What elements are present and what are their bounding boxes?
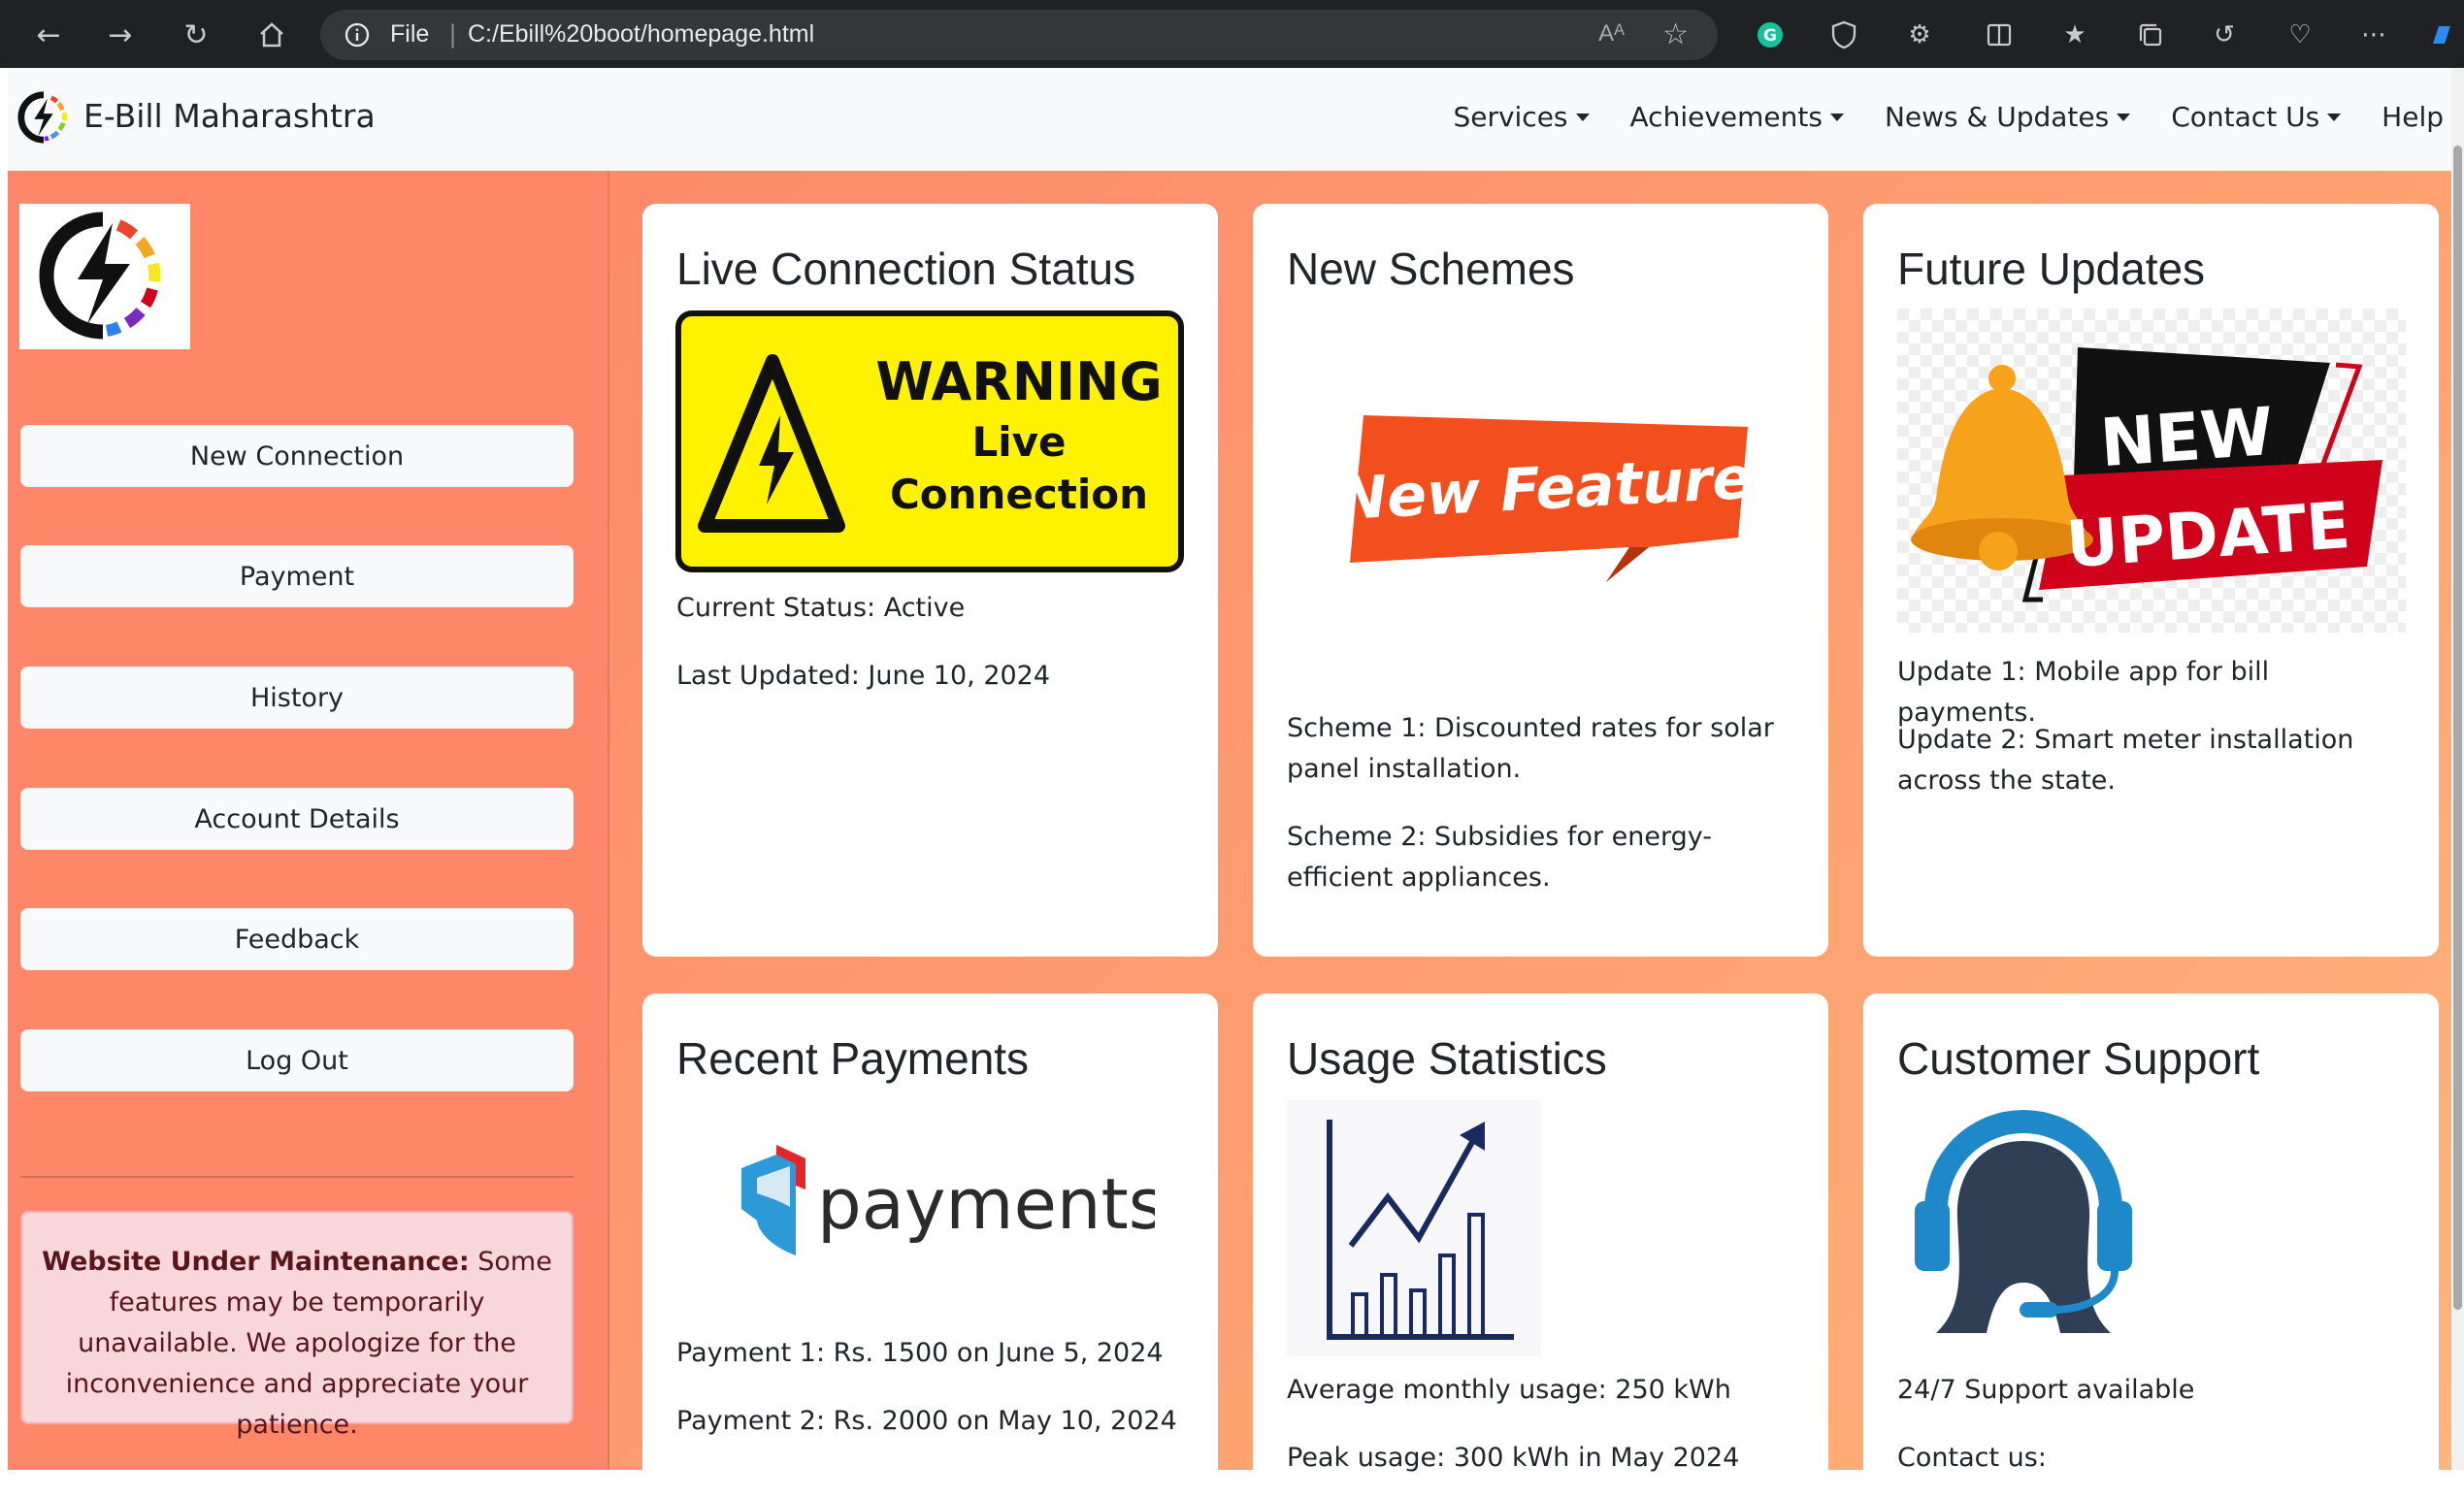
payment-2-text: Payment 2: Rs. 2000 on May 10, 2024 — [676, 1406, 1177, 1436]
file-label: File — [390, 20, 430, 48]
feedback-button[interactable]: Feedback — [20, 908, 574, 970]
maintenance-alert: Website Under Maintenance: Some features… — [20, 1211, 574, 1440]
collections-icon[interactable] — [2131, 16, 2170, 54]
split-screen-icon[interactable] — [1980, 16, 2019, 54]
sidebar-divider — [20, 1176, 574, 1178]
sidebar-logo — [19, 204, 190, 349]
favorites-icon[interactable]: ★ — [2055, 16, 2094, 54]
forward-icon[interactable]: → — [101, 16, 140, 54]
extensions-icon[interactable]: ⚙ — [1900, 16, 1939, 54]
nav-contact-us[interactable]: Contact Us — [2171, 101, 2342, 133]
svg-text:G: G — [1763, 26, 1777, 46]
address-bar[interactable]: File | C:/Ebill%20boot/homepage.html Aᴬ … — [320, 10, 1718, 60]
nav-news-updates[interactable]: News & Updates — [1884, 101, 2131, 133]
scheme-2-text: Scheme 2: Subsidies for energy-efficient… — [1287, 822, 1712, 893]
nav-achievements[interactable]: Achievements — [1630, 101, 1844, 133]
payment-1-text: Payment 1: Rs. 1500 on June 5, 2024 — [676, 1338, 1164, 1368]
scheme-1-text: Scheme 1: Discounted rates for solar pan… — [1287, 713, 1774, 784]
card-title: New Schemes — [1287, 244, 1575, 294]
nav-achievements-label: Achievements — [1629, 101, 1823, 133]
support-agent-icon — [1915, 1110, 2132, 1333]
nav-help[interactable]: Help — [2382, 101, 2444, 133]
card-title: Customer Support — [1897, 1033, 2260, 1084]
nav-services[interactable]: Services — [1453, 101, 1590, 133]
payments-logo-text: payments — [817, 1163, 1155, 1245]
alert-title: Website Under Maintenance: — [42, 1247, 470, 1277]
history-icon[interactable]: ↺ — [2205, 16, 2244, 54]
customer-support-card: Customer Support 24/7 Support available … — [1863, 993, 2439, 1498]
back-icon[interactable]: ← — [29, 16, 68, 54]
recent-payments-card: Recent Payments payments Payment 1: Rs. … — [642, 993, 1218, 1498]
home-icon[interactable] — [252, 16, 291, 54]
badge-new-text: NEW — [2098, 394, 2276, 482]
new-schemes-card: New Schemes New Feature Scheme 1: Discou… — [1253, 204, 1828, 957]
sign-warning-text: WARNING — [875, 351, 1162, 412]
browser-toolbar: ← → ↻ File | C:/Ebill%20boot/homepage.ht… — [0, 0, 2464, 68]
nav-menu: Services Achievements News & Updates Con… — [1412, 101, 2451, 133]
main-content: Live Connection Status WARNING Live Conn… — [609, 171, 2451, 1498]
brand-name[interactable]: E-Bill Maharashtra — [83, 97, 376, 135]
url-text[interactable]: C:/Ebill%20boot/homepage.html — [468, 20, 814, 49]
copilot-icon[interactable] — [2422, 16, 2461, 54]
nav-contact-label: Contact Us — [2171, 101, 2320, 133]
growth-chart-icon — [1287, 1100, 1541, 1356]
browser-essentials-icon[interactable]: ♡ — [2281, 16, 2319, 54]
payments-logo-image: payments — [741, 1145, 1155, 1255]
scrollbar-thumb[interactable] — [2453, 146, 2462, 1310]
payment-button[interactable]: Payment — [20, 545, 574, 607]
new-feature-banner-image: New Feature — [1346, 415, 1754, 582]
brand-logo-icon[interactable] — [16, 89, 72, 146]
caret-down-icon — [2327, 113, 2342, 121]
info-icon[interactable] — [344, 21, 371, 49]
account-details-button[interactable]: Account Details — [20, 788, 574, 850]
card-title: Future Updates — [1897, 244, 2206, 294]
new-update-badge-image: NEW UPDATE — [1897, 309, 2406, 633]
current-status-text: Current Status: Active — [676, 593, 966, 623]
new-connection-button[interactable]: New Connection — [20, 425, 574, 487]
warning-sign-image: WARNING Live Connection — [675, 310, 1184, 572]
peak-usage-text: Peak usage: 300 kWh in May 2024 — [1287, 1443, 1740, 1473]
shield-icon[interactable] — [1824, 16, 1863, 54]
card-title: Recent Payments — [676, 1033, 1030, 1084]
last-updated-text: Last Updated: June 10, 2024 — [676, 661, 1051, 691]
support-availability-text: 24/7 Support available — [1897, 1375, 2195, 1405]
history-button[interactable]: History — [20, 667, 574, 729]
sidebar: New Connection Payment History Account D… — [8, 171, 609, 1470]
card-title: Usage Statistics — [1287, 1033, 1607, 1084]
grammarly-icon[interactable]: G — [1751, 16, 1790, 54]
live-connection-card: Live Connection Status WARNING Live Conn… — [642, 204, 1218, 957]
future-updates-card: Future Updates NEW UPDATE Update 1: Mobi… — [1863, 204, 2439, 957]
caret-down-icon — [2117, 113, 2131, 121]
read-aloud-icon[interactable]: Aᴬ — [1598, 20, 1625, 48]
site-navbar: E-Bill Maharashtra Services Achievements… — [8, 68, 2451, 172]
log-out-button[interactable]: Log Out — [20, 1029, 574, 1091]
sign-line2-text: Connection — [890, 471, 1148, 518]
card-title: Live Connection Status — [676, 244, 1136, 294]
usage-statistics-card: Usage Statistics Average monthly usage: … — [1253, 993, 1828, 1498]
nav-help-label: Help — [2382, 101, 2444, 133]
reload-icon[interactable]: ↻ — [177, 16, 215, 54]
nav-services-label: Services — [1453, 101, 1568, 133]
caret-down-icon — [1829, 113, 1844, 121]
ebill-logo-icon — [39, 212, 161, 340]
average-usage-text: Average monthly usage: 250 kWh — [1287, 1375, 1731, 1405]
contact-us-text: Contact us: — [1897, 1443, 2047, 1473]
more-menu-icon[interactable]: ⋯ — [2354, 16, 2393, 54]
favorite-star-icon[interactable]: ☆ — [1662, 17, 1689, 51]
update-2-text: Update 2: Smart meter installation acros… — [1897, 725, 2354, 796]
address-separator: | — [449, 19, 457, 49]
nav-news-label: News & Updates — [1884, 101, 2110, 133]
sign-line1-text: Live — [971, 418, 1066, 466]
caret-down-icon — [1575, 113, 1590, 121]
